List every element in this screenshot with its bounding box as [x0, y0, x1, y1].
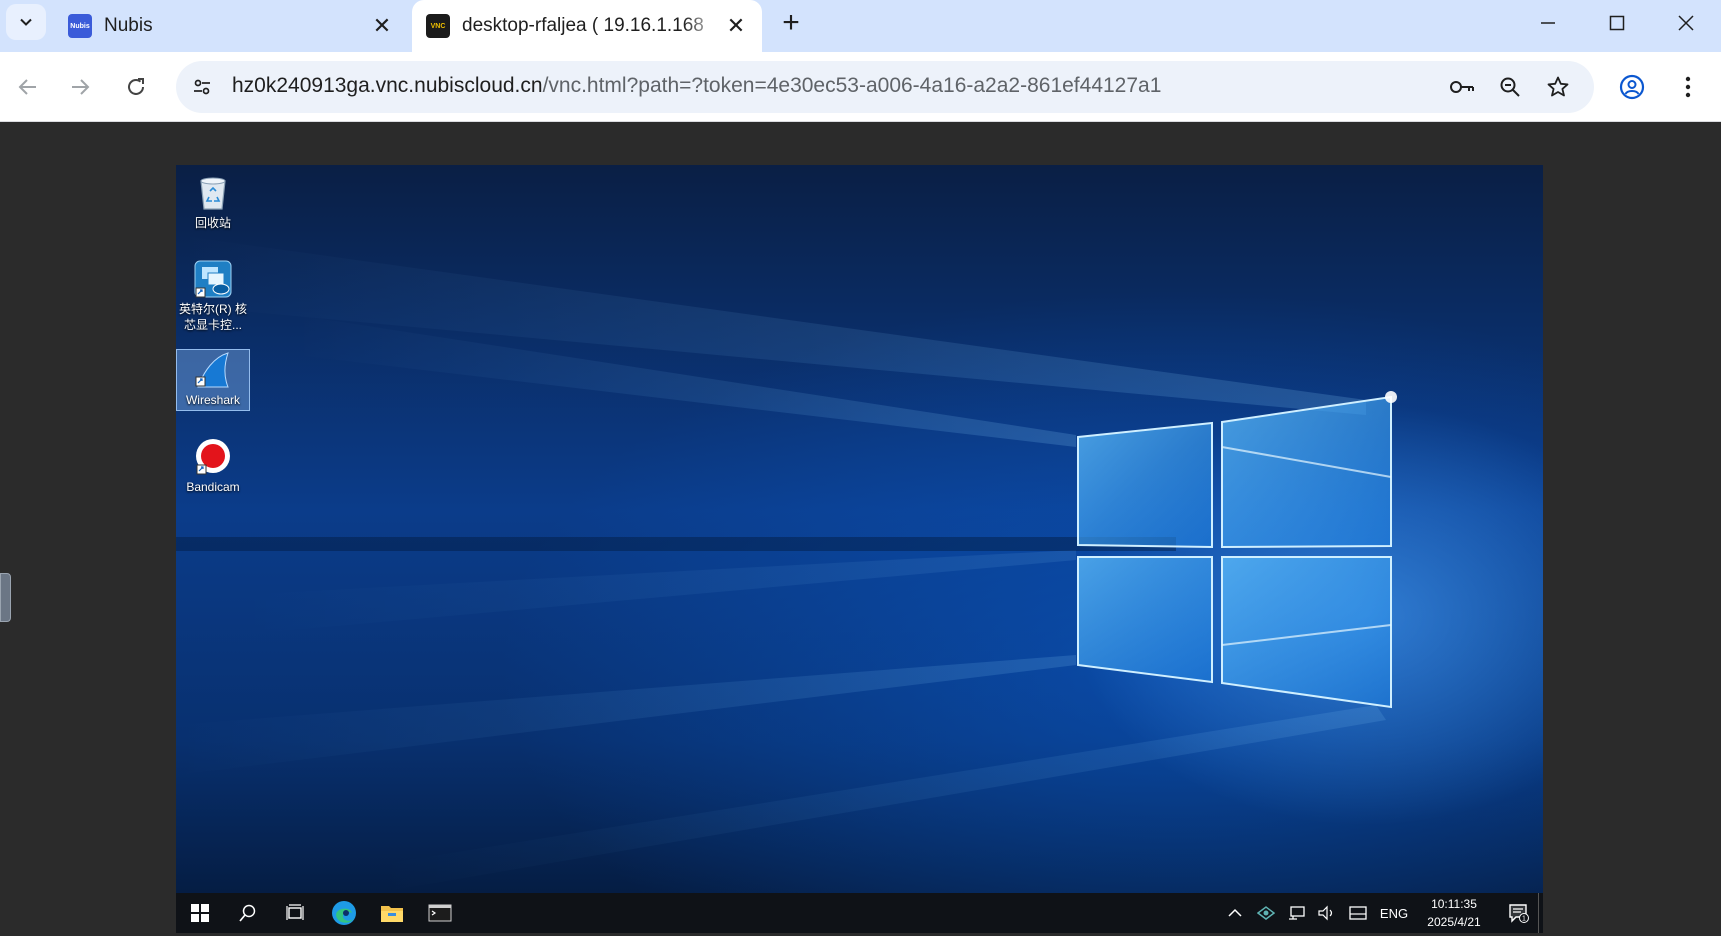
url-text[interactable]: hz0k240913ga.vnc.nubiscloud.cn/vnc.html?… [232, 74, 1161, 98]
tab-title: Nubis [104, 15, 153, 36]
start-icon [191, 904, 209, 922]
site-info-button[interactable] [186, 71, 218, 103]
task-view-icon [286, 904, 304, 920]
network-icon [1289, 906, 1305, 920]
close-tab-icon[interactable]: ✕ [368, 12, 396, 40]
file-explorer-icon [381, 906, 403, 922]
tab-title: desktop-rfaljea ( 19.16.1.168 [462, 15, 704, 36]
search-button[interactable] [224, 893, 272, 933]
tab-search-button[interactable] [6, 4, 46, 40]
desktop-icon-label: Wireshark [185, 393, 240, 407]
close-tab-icon[interactable]: ✕ [722, 12, 750, 40]
chevron-down-icon [20, 18, 32, 26]
more-vertical-icon [1685, 76, 1691, 98]
vnc-icon: VNC [426, 14, 450, 38]
new-tab-button[interactable]: + [774, 8, 808, 42]
start-button[interactable] [176, 893, 224, 933]
desktop-icon-label: 回收站 [194, 216, 231, 230]
desktop-icon-label: Bandicam [186, 480, 240, 494]
bandicam-icon [193, 437, 233, 477]
task-view-button[interactable] [272, 893, 320, 933]
reload-button[interactable] [116, 67, 156, 107]
profile-button[interactable] [1614, 69, 1650, 105]
taskbar-clock[interactable]: 10:11:35 2025/4/21 [1414, 895, 1494, 931]
browser-menu-button[interactable] [1670, 69, 1706, 105]
url-host: hz0k240913ga.vnc.nubiscloud.cn [232, 74, 543, 97]
address-bar[interactable]: hz0k240913ga.vnc.nubiscloud.cn/vnc.html?… [176, 61, 1594, 113]
star-icon [1547, 76, 1569, 97]
account-circle-icon [1619, 74, 1645, 100]
file-explorer-button[interactable] [368, 893, 416, 933]
edge-icon [332, 901, 356, 925]
notification-count: 1 [1522, 916, 1526, 923]
terminal-button[interactable] [416, 893, 464, 933]
input-language-button[interactable]: ENG [1374, 893, 1414, 933]
close-window-button[interactable] [1651, 0, 1721, 46]
windows-wallpaper [176, 235, 1397, 893]
novnc-control-bar-handle[interactable] [0, 573, 11, 622]
zoom-out-icon [1500, 77, 1520, 97]
clock-time: 10:11:35 [1431, 897, 1477, 911]
network-share-icon [1257, 906, 1275, 920]
terminal-icon [428, 904, 452, 922]
remote-desktop-canvas[interactable]: 回收站 英特尔(R) 核芯显卡控... Wireshark Bandicam E… [176, 165, 1543, 933]
show-hidden-icons-button[interactable] [1221, 893, 1249, 933]
desktop-icon-label: 英特尔(R) 核芯显卡控... [179, 302, 247, 332]
volume-button[interactable] [1312, 893, 1342, 933]
wireshark-icon [193, 350, 233, 390]
touch-keyboard-button[interactable] [1342, 893, 1374, 933]
clock-date: 2025/4/21 [1427, 915, 1481, 929]
minimize-icon [1541, 22, 1555, 24]
desktop-icon-wireshark[interactable]: Wireshark [176, 349, 250, 411]
search-icon [239, 904, 256, 922]
notification-icon: 1 [1509, 904, 1529, 923]
url-path: /vnc.html?path=?token=4e30ec53-a006-4a16… [542, 74, 1162, 97]
arrow-right-icon [72, 79, 90, 95]
reload-icon [128, 78, 144, 95]
bookmark-button[interactable] [1542, 71, 1574, 103]
minimize-button[interactable] [1513, 0, 1583, 46]
recycle-bin-icon [193, 173, 233, 213]
tab-strip: Nubis Nubis ✕ VNC desktop-rfaljea ( 19.1… [0, 0, 1721, 52]
nubis-logo-icon: Nubis [68, 14, 92, 38]
intel-graphics-icon [193, 259, 233, 299]
desktop-icon-intel-graphics[interactable]: 英特尔(R) 核芯显卡控... [176, 259, 250, 333]
network-button[interactable] [1282, 893, 1312, 933]
arrow-left-icon [18, 79, 36, 95]
key-icon [1450, 81, 1474, 93]
password-key-button[interactable] [1446, 71, 1478, 103]
tab-nubis[interactable]: Nubis Nubis ✕ [56, 0, 408, 52]
maximize-icon [1609, 15, 1625, 31]
zoom-button[interactable] [1494, 71, 1526, 103]
browser-toolbar: hz0k240913ga.vnc.nubiscloud.cn/vnc.html?… [0, 52, 1721, 122]
close-icon [1678, 15, 1694, 31]
desktop-icon-recycle-bin[interactable]: 回收站 [176, 173, 250, 231]
tab-vnc-desktop[interactable]: VNC desktop-rfaljea ( 19.16.1.168 ✕ [412, 0, 762, 52]
keyboard-icon [1349, 906, 1367, 920]
forward-button[interactable] [60, 67, 100, 107]
tray-app-button[interactable] [1251, 893, 1281, 933]
windows-taskbar: ENG 10:11:35 2025/4/21 1 [176, 893, 1543, 933]
action-center-button[interactable]: 1 [1500, 893, 1538, 933]
tune-icon [194, 79, 210, 95]
back-button[interactable] [8, 67, 48, 107]
maximize-button[interactable] [1582, 0, 1652, 46]
edge-button[interactable] [320, 893, 368, 933]
speaker-icon [1318, 905, 1333, 921]
show-desktop-button[interactable] [1538, 893, 1543, 933]
chevron-up-icon [1228, 908, 1242, 917]
desktop-icon-bandicam[interactable]: Bandicam [176, 437, 250, 495]
